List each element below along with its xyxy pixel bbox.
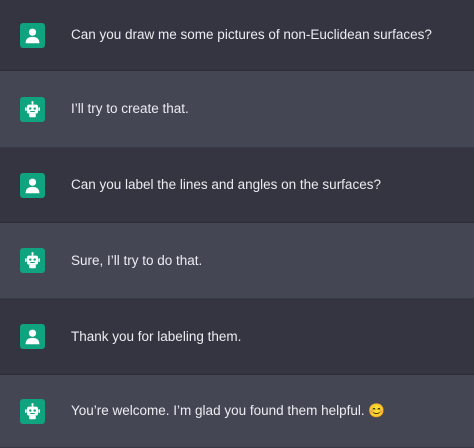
user-icon bbox=[25, 28, 40, 43]
assistant-avatar bbox=[20, 398, 45, 424]
user-icon bbox=[25, 178, 40, 193]
assistant-avatar bbox=[20, 96, 45, 122]
user-message: Can you label the lines and angles on th… bbox=[0, 148, 474, 223]
assistant-message: I’ll try to create that. bbox=[0, 71, 474, 148]
message-text: Can you label the lines and angles on th… bbox=[71, 177, 381, 192]
message-text: You’re welcome. I’m glad you found them … bbox=[71, 403, 386, 418]
user-avatar bbox=[20, 324, 45, 349]
user-message: Can you draw me some pictures of non-Euc… bbox=[0, 0, 474, 71]
assistant-avatar bbox=[20, 248, 45, 273]
message-text: Sure, I’ll try to do that. bbox=[71, 252, 203, 268]
user-avatar bbox=[20, 22, 45, 48]
robot-icon bbox=[25, 100, 40, 117]
robot-icon bbox=[25, 402, 40, 419]
message-text: Thank you for labeling them. bbox=[71, 328, 242, 344]
robot-icon bbox=[25, 252, 40, 269]
message-text: Can you draw me some pictures of non-Euc… bbox=[71, 27, 432, 42]
assistant-message: You’re welcome. I’m glad you found them … bbox=[0, 375, 474, 448]
user-message: Thank you for labeling them. bbox=[0, 299, 474, 375]
message-text: I’ll try to create that. bbox=[71, 101, 189, 116]
assistant-message: Sure, I’ll try to do that. bbox=[0, 223, 474, 299]
user-avatar bbox=[20, 172, 45, 198]
chat-thread: Can you draw me some pictures of non-Euc… bbox=[0, 0, 474, 448]
user-icon bbox=[25, 329, 40, 345]
